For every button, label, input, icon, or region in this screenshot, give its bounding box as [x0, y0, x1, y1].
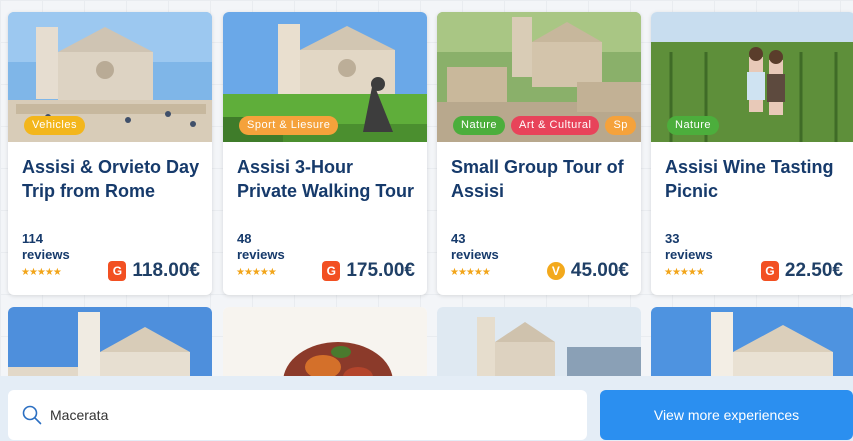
price: 45.00€ [570, 260, 629, 281]
experience-card[interactable]: Sport & Liesure Assisi 3-Hour Private Wa… [223, 12, 427, 295]
search-input[interactable] [50, 407, 550, 423]
tag-list: Nature [667, 116, 720, 135]
price-block: G 22.50€ [760, 260, 843, 282]
tag-list: Sport & Liesure [239, 116, 339, 135]
category-tag: Vehicles [24, 116, 85, 135]
star-rating: ★★★★★ [664, 267, 705, 278]
price: 118.00€ [132, 260, 200, 281]
price-block: G 175.00€ [322, 260, 415, 282]
card-title[interactable]: Assisi 3-Hour Private Walking Tour [237, 155, 417, 203]
card-image: Vehicles [8, 12, 212, 142]
viator-icon: V [546, 262, 565, 280]
experience-card[interactable]: Nature Art & Cultural Sp Small Group Tou… [437, 12, 641, 295]
star-rating: ★★★★★ [450, 267, 491, 278]
experience-card[interactable]: Nature Assisi Wine Tasting Picnic 33 revi… [651, 12, 853, 295]
card-title[interactable]: Assisi Wine Tasting Picnic [665, 155, 845, 203]
search-icon [22, 405, 42, 425]
tag-list: Vehicles [24, 116, 85, 135]
category-tag: Nature [453, 116, 506, 135]
experience-card[interactable]: Vehicles Assisi & Orvieto Day Trip from … [8, 12, 212, 295]
getyourguide-icon: G [760, 261, 779, 281]
category-tag: Nature [667, 116, 720, 135]
card-title[interactable]: Small Group Tour of Assisi [451, 155, 631, 203]
card-image: Nature [651, 12, 853, 142]
card-image: Nature Art & Cultural Sp [437, 12, 641, 142]
price: 175.00€ [346, 260, 415, 281]
review-count: 114 reviews [22, 231, 70, 262]
getyourguide-icon: G [322, 261, 341, 281]
getyourguide-icon: G [108, 261, 127, 281]
category-tag: Art & Cultural [511, 116, 600, 135]
category-tag: Sp [605, 116, 636, 135]
price-block: G 118.00€ [108, 260, 200, 282]
star-rating: ★★★★★ [21, 267, 62, 278]
price-block: V 45.00€ [546, 260, 629, 282]
price: 22.50€ [784, 260, 843, 281]
review-count: 48 reviews [237, 231, 285, 262]
view-more-button[interactable]: View more experiences [600, 390, 853, 440]
tag-list: Nature Art & Cultural Sp [453, 116, 636, 135]
category-tag: Sport & Liesure [239, 116, 339, 135]
review-count: 33 reviews [665, 231, 713, 262]
card-image: Sport & Liesure [223, 12, 427, 142]
star-rating: ★★★★★ [236, 267, 277, 278]
review-count: 43 reviews [451, 231, 499, 262]
card-title[interactable]: Assisi & Orvieto Day Trip from Rome [22, 155, 202, 203]
search-box[interactable] [8, 390, 587, 440]
